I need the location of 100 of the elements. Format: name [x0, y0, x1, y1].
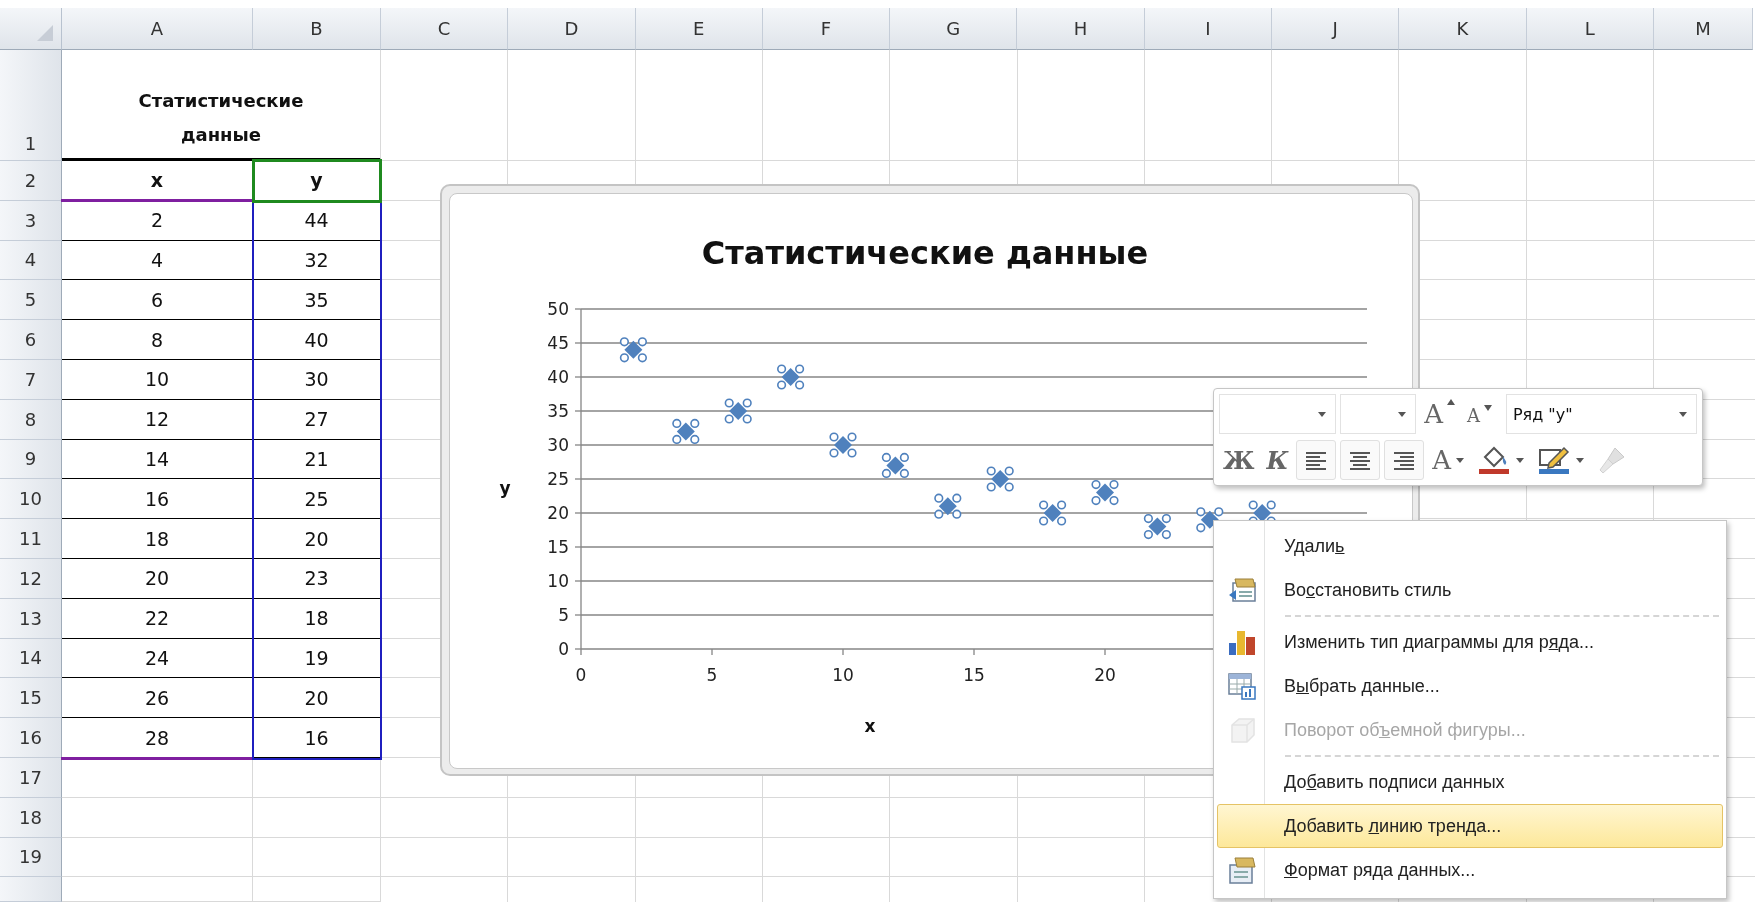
align-center-button[interactable] [1340, 440, 1381, 480]
sheet-cell[interactable] [62, 877, 253, 902]
sheet-cell[interactable] [253, 837, 381, 878]
grow-font-button[interactable]: A [1420, 394, 1459, 434]
menu-item[interactable]: Изменить тип диаграммы для ряда... [1217, 620, 1723, 664]
column-header[interactable]: C [381, 8, 509, 50]
row-header[interactable]: 5 [0, 280, 62, 321]
data-point[interactable] [672, 418, 700, 444]
tick-label: 35 [547, 401, 569, 421]
point [624, 340, 643, 359]
column-header[interactable]: E [635, 8, 763, 50]
menu-item[interactable]: Добавить линию тренда... [1217, 804, 1723, 848]
table-header: y [253, 161, 381, 201]
align-right-button[interactable] [1384, 440, 1425, 480]
sheet-cell[interactable] [253, 877, 381, 902]
column-header[interactable]: J [1272, 8, 1400, 50]
row-header[interactable]: 18 [0, 797, 62, 838]
series-dropdown[interactable]: Ряд "y" [1505, 394, 1697, 434]
table-cell: 2 [62, 200, 253, 241]
table-cell: 18 [253, 598, 381, 639]
font-size-field[interactable] [1340, 394, 1417, 434]
tick-label: 25 [547, 469, 569, 489]
data-point[interactable] [1143, 514, 1171, 540]
data-point[interactable] [619, 337, 647, 363]
data-point[interactable] [1039, 500, 1067, 526]
column-header[interactable]: D [508, 8, 636, 50]
italic-button[interactable]: К [1262, 440, 1293, 480]
column-header[interactable]: I [1144, 8, 1273, 50]
sheet-cell[interactable] [253, 757, 381, 798]
table-cell: 18 [62, 519, 253, 559]
font-name-field[interactable] [1219, 394, 1337, 434]
data-point[interactable] [986, 466, 1014, 492]
row-header[interactable]: 8 [0, 399, 62, 440]
row-header[interactable]: 16 [0, 718, 62, 758]
row-header[interactable]: 17 [0, 757, 62, 798]
column-header[interactable]: L [1526, 8, 1654, 50]
down-arrow-icon [1483, 405, 1492, 411]
tick-label: 5 [706, 665, 718, 685]
row-header[interactable]: 15 [0, 678, 62, 719]
column-header[interactable]: M [1653, 8, 1753, 50]
column-header[interactable]: H [1017, 8, 1145, 50]
sheet-cell[interactable] [62, 757, 253, 798]
row-header[interactable]: 6 [0, 320, 62, 360]
tick-label: 10 [832, 665, 854, 685]
table-cell: 22 [62, 598, 253, 639]
row-header[interactable]: 9 [0, 439, 62, 480]
menu-item[interactable]: Выбрать данные... [1217, 664, 1723, 708]
point [834, 436, 852, 454]
data-point[interactable] [881, 452, 909, 478]
table-cell: 23 [253, 558, 381, 599]
sheet-cell[interactable] [62, 797, 253, 838]
data-point[interactable] [829, 432, 857, 458]
point [1253, 504, 1272, 522]
point [938, 497, 957, 516]
row-header[interactable]: 14 [0, 638, 62, 679]
table-cell: 12 [62, 399, 253, 440]
column-header[interactable]: G [890, 8, 1018, 50]
caret-icon [1678, 410, 1688, 418]
table-cell: 28 [62, 718, 253, 758]
select-all-button[interactable] [0, 8, 62, 50]
menu-item[interactable]: Удалиь [1217, 524, 1723, 568]
data-point[interactable] [1091, 480, 1119, 506]
table-cell: 35 [253, 280, 381, 321]
column-header[interactable]: F [762, 8, 891, 50]
tick-label: 45 [547, 333, 569, 353]
table-cell: 20 [253, 519, 381, 559]
row-header[interactable]: 7 [0, 360, 62, 400]
row-header[interactable]: 3 [0, 200, 62, 241]
table-chart-icon [1227, 671, 1257, 701]
column-header[interactable]: B [253, 8, 381, 50]
menu-item[interactable]: Восстановить стиль [1217, 568, 1723, 612]
menu-item[interactable]: Добавить подписи данных [1217, 760, 1723, 804]
caret-icon [1317, 410, 1328, 418]
data-point[interactable] [934, 493, 962, 519]
row-header[interactable]: 12 [0, 558, 62, 599]
point [1043, 504, 1062, 522]
row-header[interactable]: 4 [0, 240, 62, 281]
row-header[interactable]: 2 [0, 161, 62, 201]
axis-title: y [499, 478, 511, 498]
row-header[interactable]: 10 [0, 479, 62, 520]
table-cell: 27 [253, 399, 381, 440]
row-header[interactable]: 1 [0, 50, 62, 161]
row-header[interactable]: 11 [0, 519, 62, 559]
data-point[interactable] [777, 364, 805, 390]
data-point[interactable] [724, 398, 752, 424]
table-cell: 26 [62, 678, 253, 719]
shrink-font-button[interactable]: A [1462, 394, 1496, 434]
row-header[interactable]: 13 [0, 598, 62, 639]
sheet-cell[interactable] [253, 797, 381, 838]
bold-button[interactable]: Ж [1219, 440, 1259, 480]
tick-label: 10 [547, 571, 569, 591]
column-header[interactable]: K [1399, 8, 1527, 50]
triangle-icon [35, 23, 55, 43]
align-left-button[interactable] [1296, 440, 1337, 480]
menu-item[interactable]: Формат ряда данных... [1217, 848, 1723, 892]
chart-arrow-icon [1227, 575, 1257, 605]
font-color-button[interactable]: A [1428, 440, 1470, 480]
sheet-cell[interactable] [62, 837, 253, 878]
column-header[interactable]: A [62, 8, 253, 50]
row-header[interactable]: 19 [0, 837, 62, 878]
